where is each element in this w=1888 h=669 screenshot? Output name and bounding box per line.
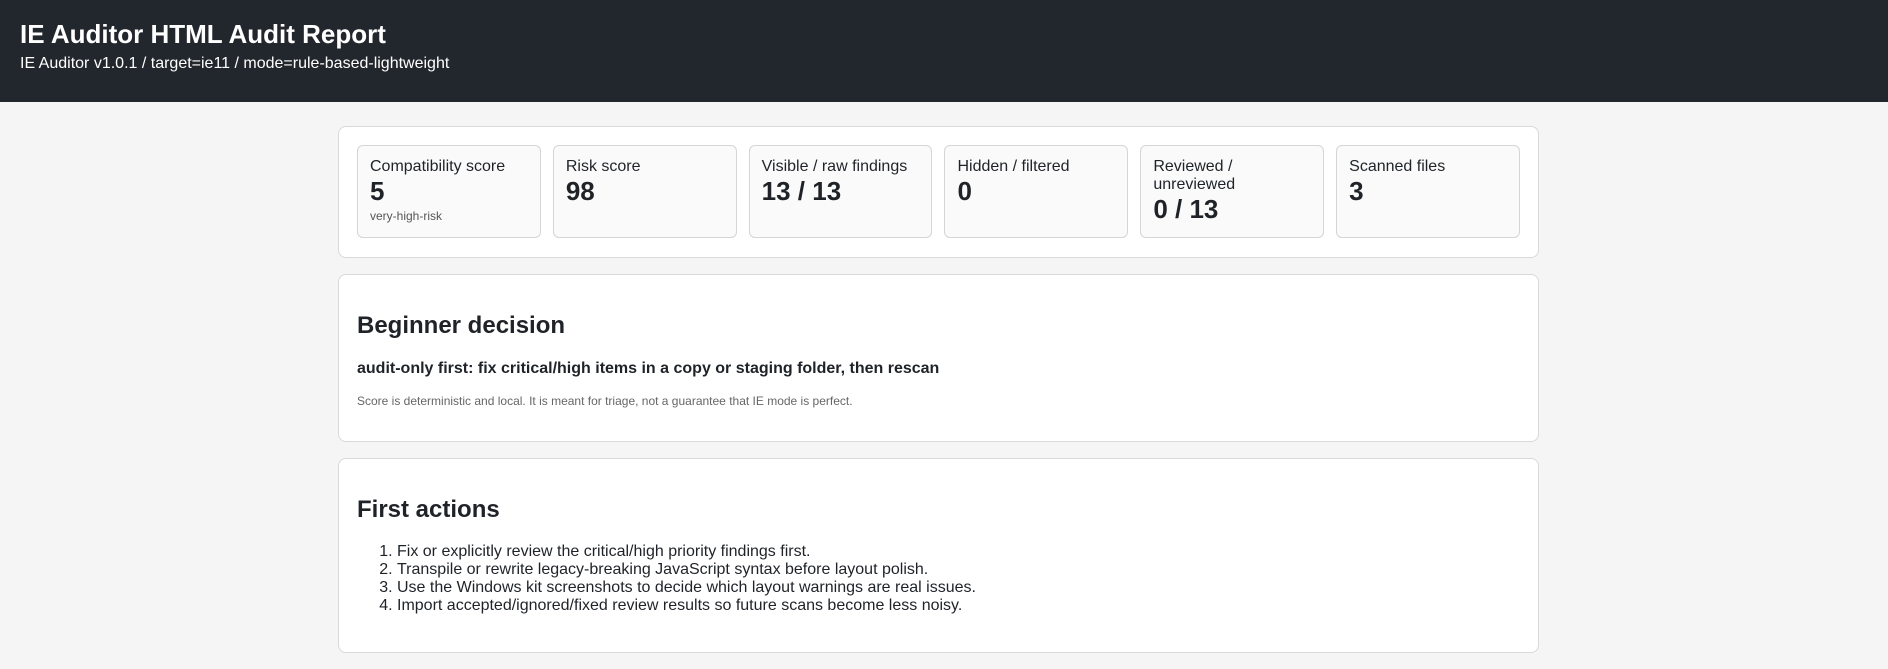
metric-value: 3	[1349, 176, 1364, 206]
metric-value: 5	[370, 176, 385, 206]
metric-label: Visible / raw findings	[761, 158, 908, 175]
list-item: Fix or explicitly review the critical/hi…	[397, 543, 1520, 561]
metric-scanned-files: Scanned files 3	[1336, 145, 1520, 238]
metric-value: 13 / 13	[761, 176, 842, 206]
report-main: Compatibility score 5 very-high-risk Ris…	[338, 126, 1539, 669]
actions-panel: First actions Fix or explicitly review t…	[338, 458, 1539, 653]
metric-reviewed-unreviewed: Reviewed / unreviewed 0 / 13	[1140, 145, 1325, 238]
metric-compatibility-score: Compatibility score 5 very-high-risk	[357, 145, 541, 238]
metric-visible-raw-findings: Visible / raw findings 13 / 13	[748, 145, 933, 238]
decision-note: Score is deterministic and local. It is …	[357, 394, 853, 408]
metric-value: 98	[565, 176, 595, 206]
metric-label: Risk score	[565, 158, 641, 175]
metric-label: Scanned files	[1349, 158, 1446, 175]
metric-value: 0	[957, 176, 972, 206]
decision-panel: Beginner decision audit-only first: fix …	[338, 274, 1539, 442]
metrics-panel: Compatibility score 5 very-high-risk Ris…	[338, 126, 1539, 258]
decision-heading: Beginner decision	[357, 312, 566, 339]
report-subtitle: IE Auditor v1.0.1 / target=ie11 / mode=r…	[20, 55, 450, 72]
metric-label: Hidden / filtered	[957, 158, 1070, 175]
report-header: IE Auditor HTML Audit Report IE Auditor …	[0, 0, 1888, 102]
actions-list: Fix or explicitly review the critical/hi…	[357, 543, 1520, 615]
metric-risk-score: Risk score 98	[552, 145, 737, 238]
list-item: Transpile or rewrite legacy-breaking Jav…	[397, 561, 1520, 579]
metric-hidden-filtered: Hidden / filtered 0	[944, 145, 1129, 238]
list-item: Import accepted/ignored/fixed review res…	[397, 597, 1520, 615]
actions-heading: First actions	[357, 496, 500, 523]
metric-note: very-high-risk	[370, 209, 443, 223]
decision-text: audit-only first: fix critical/high item…	[357, 360, 940, 377]
metric-label: Compatibility score	[370, 158, 506, 175]
list-item: Use the Windows kit screenshots to decid…	[397, 579, 1520, 597]
metric-value: 0 / 13	[1153, 194, 1219, 224]
metric-label: Reviewed / unreviewed	[1153, 158, 1236, 193]
report-title: IE Auditor HTML Audit Report	[20, 19, 386, 49]
